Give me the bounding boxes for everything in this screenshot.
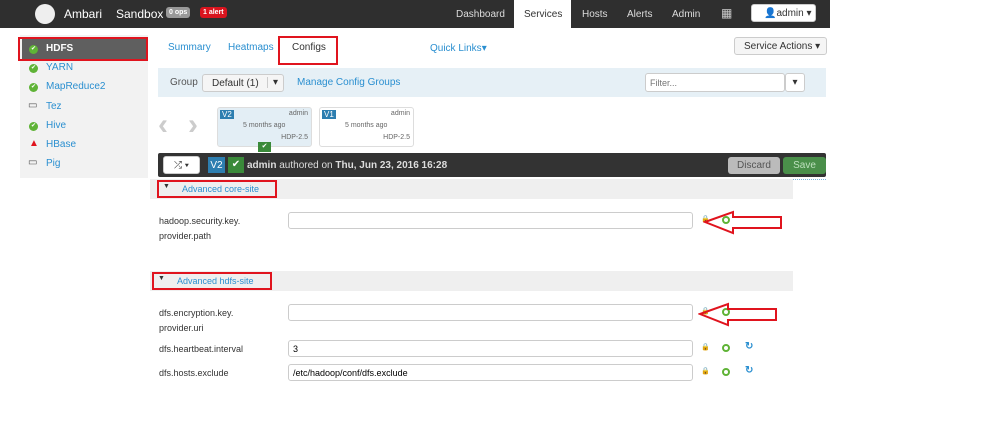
current-version-check-icon: ✔ [258, 142, 271, 152]
version-card[interactable]: V2 admin 5 months ago HDP-2.5 [217, 107, 312, 147]
discard-button[interactable]: Discard [728, 157, 780, 174]
override-plus-icon[interactable] [722, 368, 730, 376]
tab-configs[interactable]: Configs [292, 42, 326, 53]
chevron-left-icon[interactable]: ‹ [158, 108, 168, 142]
chevron-right-icon[interactable]: › [188, 108, 198, 142]
version-label: V2 [220, 110, 234, 119]
version-user: admin [390, 110, 410, 117]
annotation-arrow-core-site [703, 210, 782, 235]
filter-input[interactable] [645, 73, 785, 92]
property-value-input[interactable] [288, 212, 693, 229]
property-name: dfs.encryption.key. provider.uri [159, 308, 234, 333]
brand-name: Ambari [64, 7, 103, 21]
nav-dashboard[interactable]: Dashboard [456, 9, 505, 20]
tab-summary[interactable]: Summary [168, 42, 211, 53]
version-stack: HDP-2.5 [281, 134, 308, 141]
group-label: Group [170, 77, 198, 88]
authored-label: authored on [279, 160, 333, 171]
shuffle-icon: ⤮ [174, 160, 182, 171]
laptop-icon: ▭ [28, 157, 38, 169]
version-label: V1 [322, 110, 336, 119]
property-value-input[interactable] [288, 304, 693, 321]
override-plus-icon[interactable] [722, 344, 730, 352]
alert-triangle-icon: ▲ [29, 138, 39, 149]
version-card[interactable]: V1 admin 5 months ago HDP-2.5 [319, 107, 414, 147]
section-title[interactable]: Advanced core-site [182, 184, 259, 194]
caret-down-icon[interactable]: ▼ [158, 275, 165, 282]
ops-badge[interactable]: 0 ops [166, 7, 191, 18]
version-age: 5 months ago [345, 122, 388, 129]
apps-grid-icon[interactable]: ▦ [721, 6, 732, 20]
section-title[interactable]: Advanced hdfs-site [177, 276, 254, 286]
sidebar-item-hdfs[interactable]: HDFS [46, 43, 73, 54]
user-icon: 👤 [764, 8, 777, 19]
authored-date: Thu, Jun 23, 2016 16:28 [335, 160, 448, 171]
lock-icon[interactable]: 🔒 [701, 367, 710, 375]
lock-icon[interactable]: 🔒 [701, 343, 710, 351]
version-badge: V2 [208, 157, 225, 173]
refresh-icon[interactable]: ↻ [745, 365, 753, 376]
sidebar-item-tez[interactable]: Tez [46, 101, 62, 112]
version-age: 5 months ago [243, 122, 286, 129]
sidebar-item-mapreduce2[interactable]: MapReduce2 [46, 81, 105, 92]
property-value-input[interactable] [288, 340, 693, 357]
nav-hosts[interactable]: Hosts [582, 9, 608, 20]
cluster-name[interactable]: Sandbox [116, 7, 163, 21]
nav-services[interactable]: Services [524, 9, 562, 20]
property-name: dfs.heartbeat.interval [159, 344, 244, 354]
ambari-logo[interactable] [35, 4, 55, 24]
nav-alerts[interactable]: Alerts [627, 9, 653, 20]
manage-config-groups-link[interactable]: Manage Config Groups [297, 77, 400, 88]
nav-admin[interactable]: Admin [672, 9, 700, 20]
user-menu-button[interactable]: 👤admin ▾ [751, 4, 816, 22]
author: admin [247, 160, 277, 171]
quick-links-dropdown[interactable]: Quick Links▾ [430, 43, 487, 54]
property-value-input[interactable] [288, 364, 693, 381]
current-check-icon: ✔ [228, 157, 244, 173]
service-actions-button[interactable]: Service Actions ▾ [734, 37, 827, 55]
group-select[interactable]: Default (1) ▾ [202, 74, 284, 92]
filter-dropdown-button[interactable]: ▾ [785, 73, 805, 92]
annotation-arrow-hdfs-site [698, 302, 777, 327]
sidebar-item-pig[interactable]: Pig [46, 158, 60, 169]
sidebar-item-hbase[interactable]: HBase [46, 139, 76, 150]
property-name: dfs.hosts.exclude [159, 368, 229, 378]
version-user: admin [288, 110, 308, 117]
status-ok-icon: ✔ [29, 121, 38, 131]
compare-shuffle-button[interactable]: ⤮ ▾ [163, 156, 200, 174]
save-button[interactable]: Save [783, 157, 826, 174]
tab-heatmaps[interactable]: Heatmaps [228, 42, 274, 53]
version-stack: HDP-2.5 [383, 134, 410, 141]
status-ok-icon: ✔ [29, 45, 38, 54]
refresh-icon[interactable]: ↻ [745, 341, 753, 352]
sidebar-item-yarn[interactable]: YARN [46, 62, 73, 73]
property-name: hadoop.security.key. provider.path [159, 216, 241, 241]
alert-badge[interactable]: 1 alert [200, 7, 227, 18]
sidebar-item-hive[interactable]: Hive [46, 120, 66, 131]
laptop-icon: ▭ [28, 99, 38, 111]
caret-down-icon[interactable]: ▼ [163, 183, 170, 190]
